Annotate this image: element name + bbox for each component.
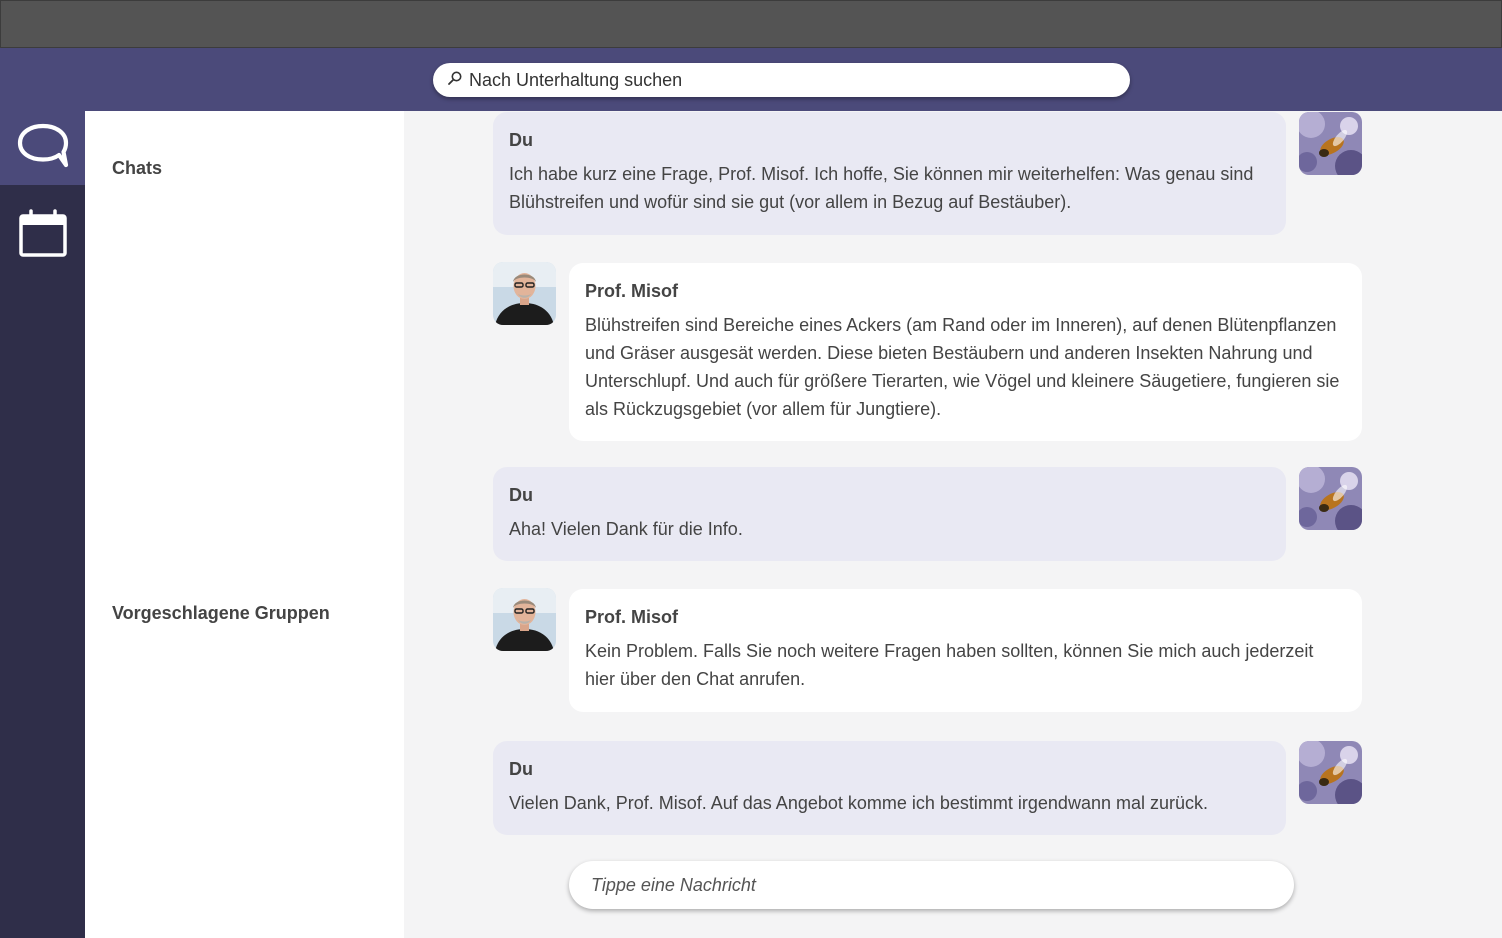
- message-bubble-me: Du Aha! Vielen Dank für die Info.: [493, 467, 1286, 561]
- message-text: Vielen Dank, Prof. Misof. Auf das Angebo…: [509, 793, 1208, 813]
- app-header: [0, 48, 1502, 111]
- message-input[interactable]: [591, 874, 1271, 896]
- chats-section-title: Chats: [112, 158, 163, 178]
- message-text: Ich habe kurz eine Frage, Prof. Misof. I…: [509, 164, 1254, 212]
- message-bubble-them: Prof. Misof Blühstreifen sind Bereiche e…: [569, 263, 1362, 441]
- suggested-groups-title: Vorgeschlagene Gruppen: [112, 603, 330, 623]
- rail-item-chats[interactable]: [0, 111, 85, 185]
- message-text: Aha! Vielen Dank für die Info.: [509, 519, 743, 539]
- message-sender: Prof. Misof: [585, 281, 678, 301]
- window-titlebar: [0, 0, 1502, 48]
- message-text: Kein Problem. Falls Sie noch weitere Fra…: [585, 641, 1314, 689]
- message-sender: Prof. Misof: [585, 607, 678, 627]
- avatar-me: [1299, 112, 1362, 175]
- message-bubble-me: Du Vielen Dank, Prof. Misof. Auf das Ang…: [493, 741, 1286, 835]
- message-sender: Du: [509, 485, 533, 505]
- message-composer[interactable]: [569, 861, 1294, 909]
- nav-rail: [0, 111, 85, 938]
- message-sender: Du: [509, 759, 533, 779]
- search-icon: [447, 70, 463, 91]
- avatar-me: [1299, 741, 1362, 804]
- search-box[interactable]: [433, 63, 1130, 97]
- chat-area: Du Ich habe kurz eine Frage, Prof. Misof…: [404, 111, 1502, 938]
- message-bubble-them: Prof. Misof Kein Problem. Falls Sie noch…: [569, 589, 1362, 712]
- conversation-sidebar: Chats Vorgeschlagene Gruppen: [85, 111, 404, 938]
- avatar-prof-misof: [493, 588, 556, 651]
- search-input[interactable]: [469, 69, 1109, 91]
- message-text: Blühstreifen sind Bereiche eines Ackers …: [585, 315, 1340, 419]
- calendar-icon: [17, 208, 69, 265]
- rail-item-calendar[interactable]: [0, 199, 85, 273]
- avatar-me: [1299, 467, 1362, 530]
- message-sender: Du: [509, 130, 533, 150]
- chat-bubble-icon: [15, 121, 71, 176]
- message-bubble-me: Du Ich habe kurz eine Frage, Prof. Misof…: [493, 112, 1286, 235]
- avatar-prof-misof: [493, 262, 556, 325]
